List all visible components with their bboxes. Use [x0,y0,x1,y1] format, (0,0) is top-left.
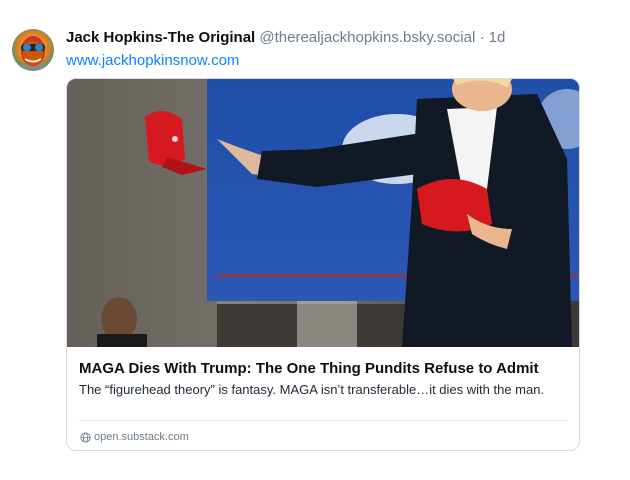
author-avatar[interactable] [12,29,54,71]
header-separator: · [479,29,485,46]
post-header: Jack Hopkins-The Original @therealjackho… [66,29,610,47]
post-body-link[interactable]: www.jackhopkinsnow.com [66,52,239,70]
card-divider [79,420,567,421]
globe-icon [80,431,91,443]
author-handle[interactable]: @therealjackhopkins.bsky.social [259,29,475,46]
link-preview-description: The “figurehead theory” is fantasy. MAGA… [79,382,545,397]
avatar-image [12,29,54,71]
post-timestamp[interactable]: 1d [489,29,506,46]
feed-post: Jack Hopkins-The Original @therealjackho… [0,0,630,480]
author-display-name[interactable]: Jack Hopkins-The Original [66,29,255,46]
link-preview-domain-text: open.substack.com [94,431,189,443]
link-preview-title: MAGA Dies With Trump: The One Thing Pund… [79,360,539,377]
link-preview-card[interactable]: MAGA Dies With Trump: The One Thing Pund… [66,78,580,451]
link-preview-domain: open.substack.com [80,430,189,444]
link-preview-image [67,79,579,347]
